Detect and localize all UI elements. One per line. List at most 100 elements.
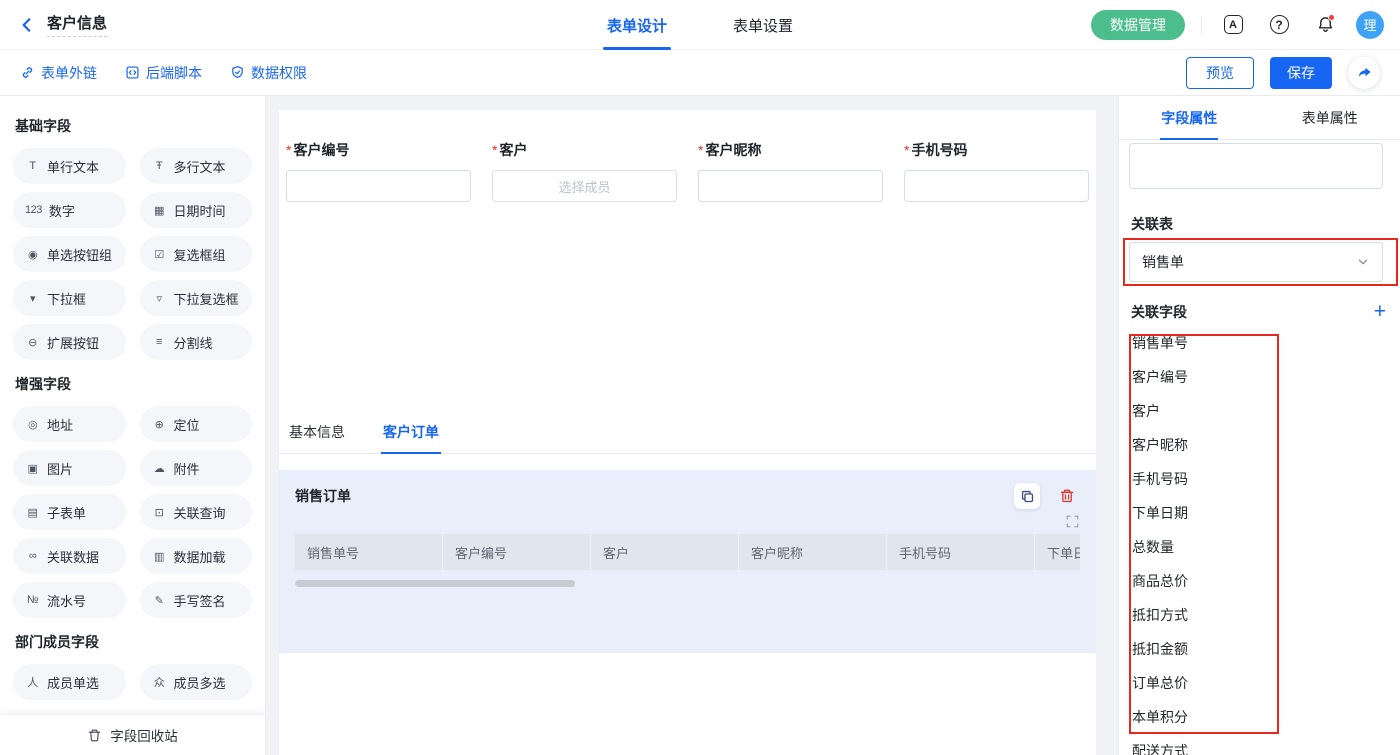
palette-item-dropdown-multi[interactable]: ▿下拉复选框 [140, 280, 253, 316]
subform-column-header[interactable]: 客户昵称 [739, 534, 887, 570]
add-field-button[interactable]: + [1374, 301, 1386, 322]
palette-item-divider[interactable]: ≡分割线 [140, 324, 253, 360]
duplicate-button[interactable] [1014, 483, 1040, 509]
section-title-member-fields: 部门成员字段 [15, 632, 250, 652]
related-field-item[interactable]: 抵扣方式 [1132, 598, 1388, 632]
number-icon: 123 [25, 204, 42, 216]
extend-button-icon: ⊖ [25, 336, 40, 349]
subform-column-header[interactable]: 下单日期 [1035, 534, 1080, 570]
related-field-item[interactable]: 订单总价 [1132, 666, 1388, 700]
notification-bell-icon[interactable] [1310, 10, 1340, 40]
delete-button[interactable] [1054, 483, 1080, 509]
signature-pen-icon: ✎ [152, 594, 167, 607]
subform-column-header[interactable]: 客户编号 [443, 534, 591, 570]
customer-nickname-input[interactable] [698, 170, 883, 202]
related-field-item[interactable]: 销售单号 [1132, 326, 1388, 360]
checkbox-icon: ☑ [152, 248, 167, 261]
related-field-item[interactable]: 本单积分 [1132, 700, 1388, 734]
related-field-item[interactable]: 抵扣金额 [1132, 632, 1388, 666]
palette-item-data-load[interactable]: ▥数据加载 [140, 538, 253, 574]
palette-item-related-data[interactable]: ∞关联数据 [13, 538, 126, 574]
customer-no-input[interactable] [286, 170, 471, 202]
palette-item-member-multi[interactable]: 众成员多选 [140, 664, 253, 700]
palette-item-member-single[interactable]: 人成员单选 [13, 664, 126, 700]
related-field-item[interactable]: 手机号码 [1132, 462, 1388, 496]
help-icon[interactable]: ? [1264, 10, 1294, 40]
required-asterisk: * [904, 142, 909, 158]
related-field-item[interactable]: 下单日期 [1132, 496, 1388, 530]
field-label: 手机号码 [911, 142, 967, 158]
phone-input[interactable] [904, 170, 1089, 202]
dropdown-multi-icon: ▿ [152, 292, 167, 305]
palette-item-attachment[interactable]: ☁附件 [140, 450, 253, 486]
palette-item-radio-group[interactable]: ◉单选按钮组 [13, 236, 126, 272]
palette-item-multi-line-text[interactable]: Ŧ多行文本 [140, 148, 253, 184]
preview-button[interactable]: 预览 [1186, 57, 1254, 89]
tab-form-settings[interactable]: 表单设置 [729, 0, 797, 50]
palette-item-signature[interactable]: ✎手写签名 [140, 582, 253, 618]
palette-item-single-line-text[interactable]: T单行文本 [13, 148, 126, 184]
select-member-button[interactable]: 选择成员 [492, 170, 677, 202]
member-fields-grid: 人成员单选 众成员多选 [13, 664, 252, 700]
enhanced-fields-grid: ◎地址 ⊕定位 ▣图片 ☁附件 ▤子表单 ⊡关联查询 ∞关联数据 ▥数据加载 №… [13, 406, 252, 618]
subform-expand-row [295, 513, 1080, 529]
main-area: 基础字段 T单行文本 Ŧ多行文本 123数字 ▦日期时间 ◉单选按钮组 ☑复选框… [0, 96, 1400, 755]
tab-form-properties[interactable]: 表单属性 [1260, 96, 1400, 139]
tab-field-properties[interactable]: 字段属性 [1119, 96, 1260, 139]
data-manage-button[interactable]: 数据管理 [1091, 10, 1185, 40]
back-button[interactable] [16, 14, 38, 36]
image-icon: ▣ [25, 462, 40, 475]
subform-column-headers: 销售单号 客户编号 客户 客户昵称 手机号码 下单日期 [295, 534, 1080, 570]
form-external-link-button[interactable]: 表单外链 [20, 63, 97, 83]
subform-column-header[interactable]: 销售单号 [295, 534, 443, 570]
palette-item-image[interactable]: ▣图片 [13, 450, 126, 486]
related-table-select[interactable]: 销售单 [1129, 242, 1383, 282]
related-field-item[interactable]: 总数量 [1132, 530, 1388, 564]
palette-item-number[interactable]: 123数字 [13, 192, 126, 228]
form-design-surface[interactable]: *客户编号 *客户 选择成员 *客户昵称 *手机号码 [279, 110, 1096, 755]
palette-item-dropdown[interactable]: ▾下拉框 [13, 280, 126, 316]
palette-item-related-query[interactable]: ⊡关联查询 [140, 494, 253, 530]
data-load-chart-icon: ▥ [152, 550, 167, 563]
related-field-item[interactable]: 客户 [1132, 394, 1388, 428]
expand-icon[interactable] [1064, 513, 1080, 529]
field-label: 客户编号 [293, 142, 349, 158]
subform-widget-selected[interactable]: 销售订单 [279, 470, 1096, 653]
header-divider [1201, 16, 1202, 34]
palette-item-serial-number[interactable]: №流水号 [13, 582, 126, 618]
field-recycle-bin-button[interactable]: 字段回收站 [0, 714, 265, 755]
field-property-input[interactable] [1129, 143, 1383, 189]
data-permission-button[interactable]: 数据权限 [230, 63, 307, 83]
subform-icon: ▤ [25, 506, 40, 519]
horizontal-scrollbar-thumb[interactable] [295, 580, 575, 587]
palette-item-address[interactable]: ◎地址 [13, 406, 126, 442]
page-title[interactable]: 客户信息 [47, 12, 107, 37]
user-avatar[interactable]: 理 [1356, 11, 1384, 39]
tab-basic-info[interactable]: 基本信息 [287, 414, 347, 453]
palette-item-datetime[interactable]: ▦日期时间 [140, 192, 253, 228]
form-field-phone[interactable]: *手机号码 [904, 140, 1089, 202]
tab-form-design[interactable]: 表单设计 [603, 0, 671, 50]
palette-item-checkbox-group[interactable]: ☑复选框组 [140, 236, 253, 272]
save-button[interactable]: 保存 [1270, 57, 1332, 89]
related-table-value: 销售单 [1142, 252, 1184, 272]
share-arrow-icon [1356, 64, 1373, 81]
related-table-label: 关联表 [1131, 214, 1173, 234]
share-button[interactable] [1348, 57, 1380, 89]
related-field-item[interactable]: 配送方式 [1132, 734, 1388, 755]
translate-icon[interactable]: A [1218, 10, 1248, 40]
tab-customer-orders[interactable]: 客户订单 [381, 414, 441, 453]
form-field-customer[interactable]: *客户 选择成员 [492, 140, 677, 202]
subform-column-header[interactable]: 客户 [591, 534, 739, 570]
related-field-item[interactable]: 商品总价 [1132, 564, 1388, 598]
related-field-item[interactable]: 客户昵称 [1132, 428, 1388, 462]
canvas-tabs: 基本信息 客户订单 [279, 414, 1096, 454]
palette-item-location[interactable]: ⊕定位 [140, 406, 253, 442]
form-field-customer-no[interactable]: *客户编号 [286, 140, 471, 202]
related-field-item[interactable]: 客户编号 [1132, 360, 1388, 394]
form-field-customer-nickname[interactable]: *客户昵称 [698, 140, 883, 202]
backend-script-button[interactable]: 后端脚本 [125, 63, 202, 83]
subform-column-header[interactable]: 手机号码 [887, 534, 1035, 570]
palette-item-subform[interactable]: ▤子表单 [13, 494, 126, 530]
palette-item-extend-button[interactable]: ⊖扩展按钮 [13, 324, 126, 360]
